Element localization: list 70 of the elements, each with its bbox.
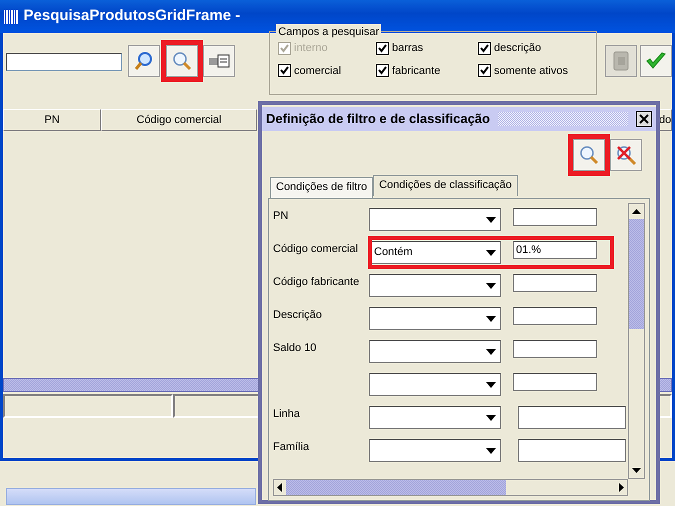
column-header[interactable]: Código comercial [101,109,257,131]
field-label: Código fabricante [273,275,360,290]
caret-icon [486,250,496,256]
checkbox-label: comercial [294,64,342,78]
text-field[interactable]: 01.% [513,241,597,259]
checkmark-icon [480,44,490,53]
field-label: PN [273,209,290,224]
dropdown[interactable] [369,307,501,330]
text-field[interactable] [518,439,626,462]
dropdown[interactable]: Contém [369,241,501,264]
window-title: PesquisaProdutosGridFrame - [24,6,240,26]
barcode-icon [4,8,18,24]
dropdown-value: Contém [374,245,413,260]
tab[interactable]: Condições de filtro [270,177,374,198]
toolbar-button[interactable] [203,45,236,77]
checkmark-icon [480,66,490,76]
checkbox[interactable] [278,64,292,78]
field-label: Família [273,440,310,455]
tab[interactable]: Condições de classificação [373,175,518,196]
search-icon [578,145,598,165]
column-header[interactable]: PN [3,109,101,131]
caret-icon [486,316,496,322]
field-label: Descrição [273,308,323,323]
caret-icon [486,414,496,420]
text-field[interactable] [513,373,597,391]
close-icon [639,114,649,124]
caret-icon [486,448,496,454]
checkbox-label: barras [392,41,424,56]
document-icon [208,54,230,68]
dropdown[interactable] [369,373,501,396]
checkbox[interactable] [376,42,390,55]
dropdown[interactable] [369,406,501,429]
caret-icon [486,216,496,222]
vertical-scrollbar[interactable] [628,203,645,479]
dropdown[interactable] [369,439,501,462]
search-icon [172,51,192,71]
search-field[interactable] [6,53,122,71]
caret-icon [486,348,496,354]
dialog-title: Definição de filtro e de classificação [266,110,490,128]
checkmark-icon [378,44,388,53]
checkmark-icon [378,66,388,76]
dropdown[interactable] [369,274,501,297]
clear-search-icon [615,144,637,166]
caret-icon [486,382,496,388]
text-field[interactable] [513,307,597,325]
horizontal-scrollbar[interactable] [273,479,628,496]
checkbox-label: descrição [494,41,542,56]
checkbox-label: interno [294,41,328,56]
close-button[interactable] [636,111,652,127]
checkbox-label: somente ativos [494,64,568,78]
search-icon [134,51,154,71]
field-label: Saldo 10 [273,341,318,356]
group-title: Campos a pesquisar [276,24,382,40]
text-field[interactable] [518,406,626,429]
checkmark-icon [280,66,290,76]
checkbox[interactable] [478,64,492,78]
text-field[interactable] [513,208,597,226]
checkbox-label: fabricante [392,64,440,78]
checkbox[interactable] [478,42,492,55]
text-field[interactable] [513,340,597,358]
checkbox[interactable] [376,64,390,78]
horizontal-scrollbar[interactable] [6,488,256,505]
text-field[interactable] [513,274,597,292]
caret-icon [486,282,496,288]
document-icon [612,51,630,71]
field-label: Linha [273,407,301,422]
checkmark-icon [645,51,667,71]
dropdown[interactable] [369,340,501,363]
field-label: Código comercial [273,242,359,257]
dropdown[interactable] [369,208,501,231]
